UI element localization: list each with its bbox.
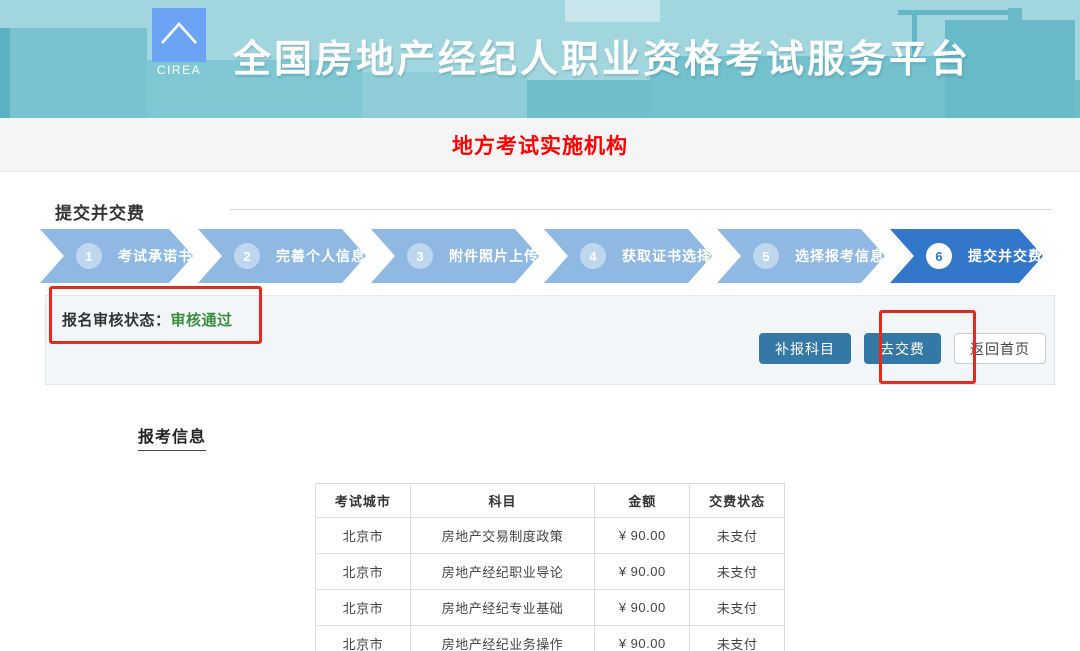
- step-label: 完善个人信息: [276, 246, 366, 266]
- step-label: 考试承诺书: [118, 246, 193, 266]
- table-cell: 房地产经纪业务操作: [410, 626, 595, 651]
- step-5[interactable]: 5 选择报考信息: [717, 229, 885, 283]
- banner-strip: 地方考试实施机构: [0, 118, 1080, 172]
- step-wizard: 1考试承诺书2完善个人信息3附件照片上传4获取证书选择5选择报考信息6提交并交费: [40, 229, 1036, 283]
- supplement-subjects-button[interactable]: 补报科目: [759, 333, 851, 364]
- table-cell: 未支付: [690, 518, 785, 554]
- table-body: 北京市房地产交易制度政策¥ 90.00未支付北京市房地产经纪职业导论¥ 90.0…: [316, 518, 785, 651]
- banner-text: 地方考试实施机构: [452, 130, 628, 160]
- table-cell: ¥ 90.00: [595, 626, 690, 651]
- table-cell: 未支付: [690, 626, 785, 651]
- step-6-active[interactable]: 6 提交并交费: [890, 229, 1043, 283]
- cirea-logo-icon: [152, 8, 206, 62]
- table-cell: ¥ 90.00: [595, 518, 690, 554]
- review-status-label: 报名审核状态：: [62, 312, 171, 329]
- header: CIREA 全国房地产经纪人职业资格考试服务平台: [0, 0, 1080, 118]
- review-status: 报名审核状态：审核通过: [62, 309, 233, 330]
- go-pay-button[interactable]: 去交费: [864, 333, 941, 364]
- table-cell: 房地产交易制度政策: [410, 518, 595, 554]
- table-row: 北京市房地产经纪专业基础¥ 90.00未支付: [316, 590, 785, 626]
- logo-caption: CIREA: [150, 63, 208, 77]
- status-panel: 报名审核状态：审核通过 补报科目 去交费 返回首页: [45, 295, 1055, 385]
- column-header: 科目: [410, 484, 595, 518]
- return-home-button[interactable]: 返回首页: [954, 333, 1046, 364]
- registration-table: 考试城市科目金额交费状态 北京市房地产交易制度政策¥ 90.00未支付北京市房地…: [315, 483, 785, 651]
- table-cell: 房地产经纪职业导论: [410, 554, 595, 590]
- table-cell: ¥ 90.00: [595, 590, 690, 626]
- table-row: 北京市房地产交易制度政策¥ 90.00未支付: [316, 518, 785, 554]
- step-number-badge: 3: [407, 243, 433, 269]
- step-label: 附件照片上传: [449, 246, 539, 266]
- table-row: 北京市房地产经纪业务操作¥ 90.00未支付: [316, 626, 785, 651]
- step-number-badge: 5: [753, 243, 779, 269]
- step-3[interactable]: 3 附件照片上传: [371, 229, 539, 283]
- step-1[interactable]: 1 考试承诺书: [40, 229, 193, 283]
- site-title: 全国房地产经纪人职业资格考试服务平台: [233, 28, 971, 83]
- table-cell: 未支付: [690, 554, 785, 590]
- table-cell: ¥ 90.00: [595, 554, 690, 590]
- step-label: 获取证书选择: [622, 246, 712, 266]
- step-number-badge: 4: [580, 243, 606, 269]
- step-2[interactable]: 2 完善个人信息: [198, 229, 366, 283]
- table-cell: 北京市: [316, 554, 411, 590]
- table-row: 北京市房地产经纪职业导论¥ 90.00未支付: [316, 554, 785, 590]
- review-status-value: 审核通过: [171, 312, 233, 329]
- roof-chevron-icon: [155, 15, 203, 55]
- table-cell: 北京市: [316, 590, 411, 626]
- page: CIREA 全国房地产经纪人职业资格考试服务平台 地方考试实施机构 提交并交费 …: [0, 0, 1080, 651]
- column-header: 考试城市: [316, 484, 411, 518]
- table-cell: 北京市: [316, 518, 411, 554]
- registration-info-title: 报考信息: [138, 423, 206, 451]
- column-header: 金额: [595, 484, 690, 518]
- table-cell: 房地产经纪专业基础: [410, 590, 595, 626]
- table-cell: 未支付: [690, 590, 785, 626]
- section-divider: [230, 209, 1052, 210]
- table-cell: 北京市: [316, 626, 411, 651]
- step-label: 选择报考信息: [795, 246, 885, 266]
- table-header-row: 考试城市科目金额交费状态: [316, 484, 785, 518]
- step-4[interactable]: 4 获取证书选择: [544, 229, 712, 283]
- step-number-badge: 1: [76, 243, 102, 269]
- step-number-badge: 6: [926, 243, 952, 269]
- section-title: 提交并交费: [55, 199, 145, 224]
- column-header: 交费状态: [690, 484, 785, 518]
- action-buttons: 补报科目 去交费 返回首页: [759, 333, 1046, 364]
- step-number-badge: 2: [234, 243, 260, 269]
- step-label: 提交并交费: [968, 246, 1043, 266]
